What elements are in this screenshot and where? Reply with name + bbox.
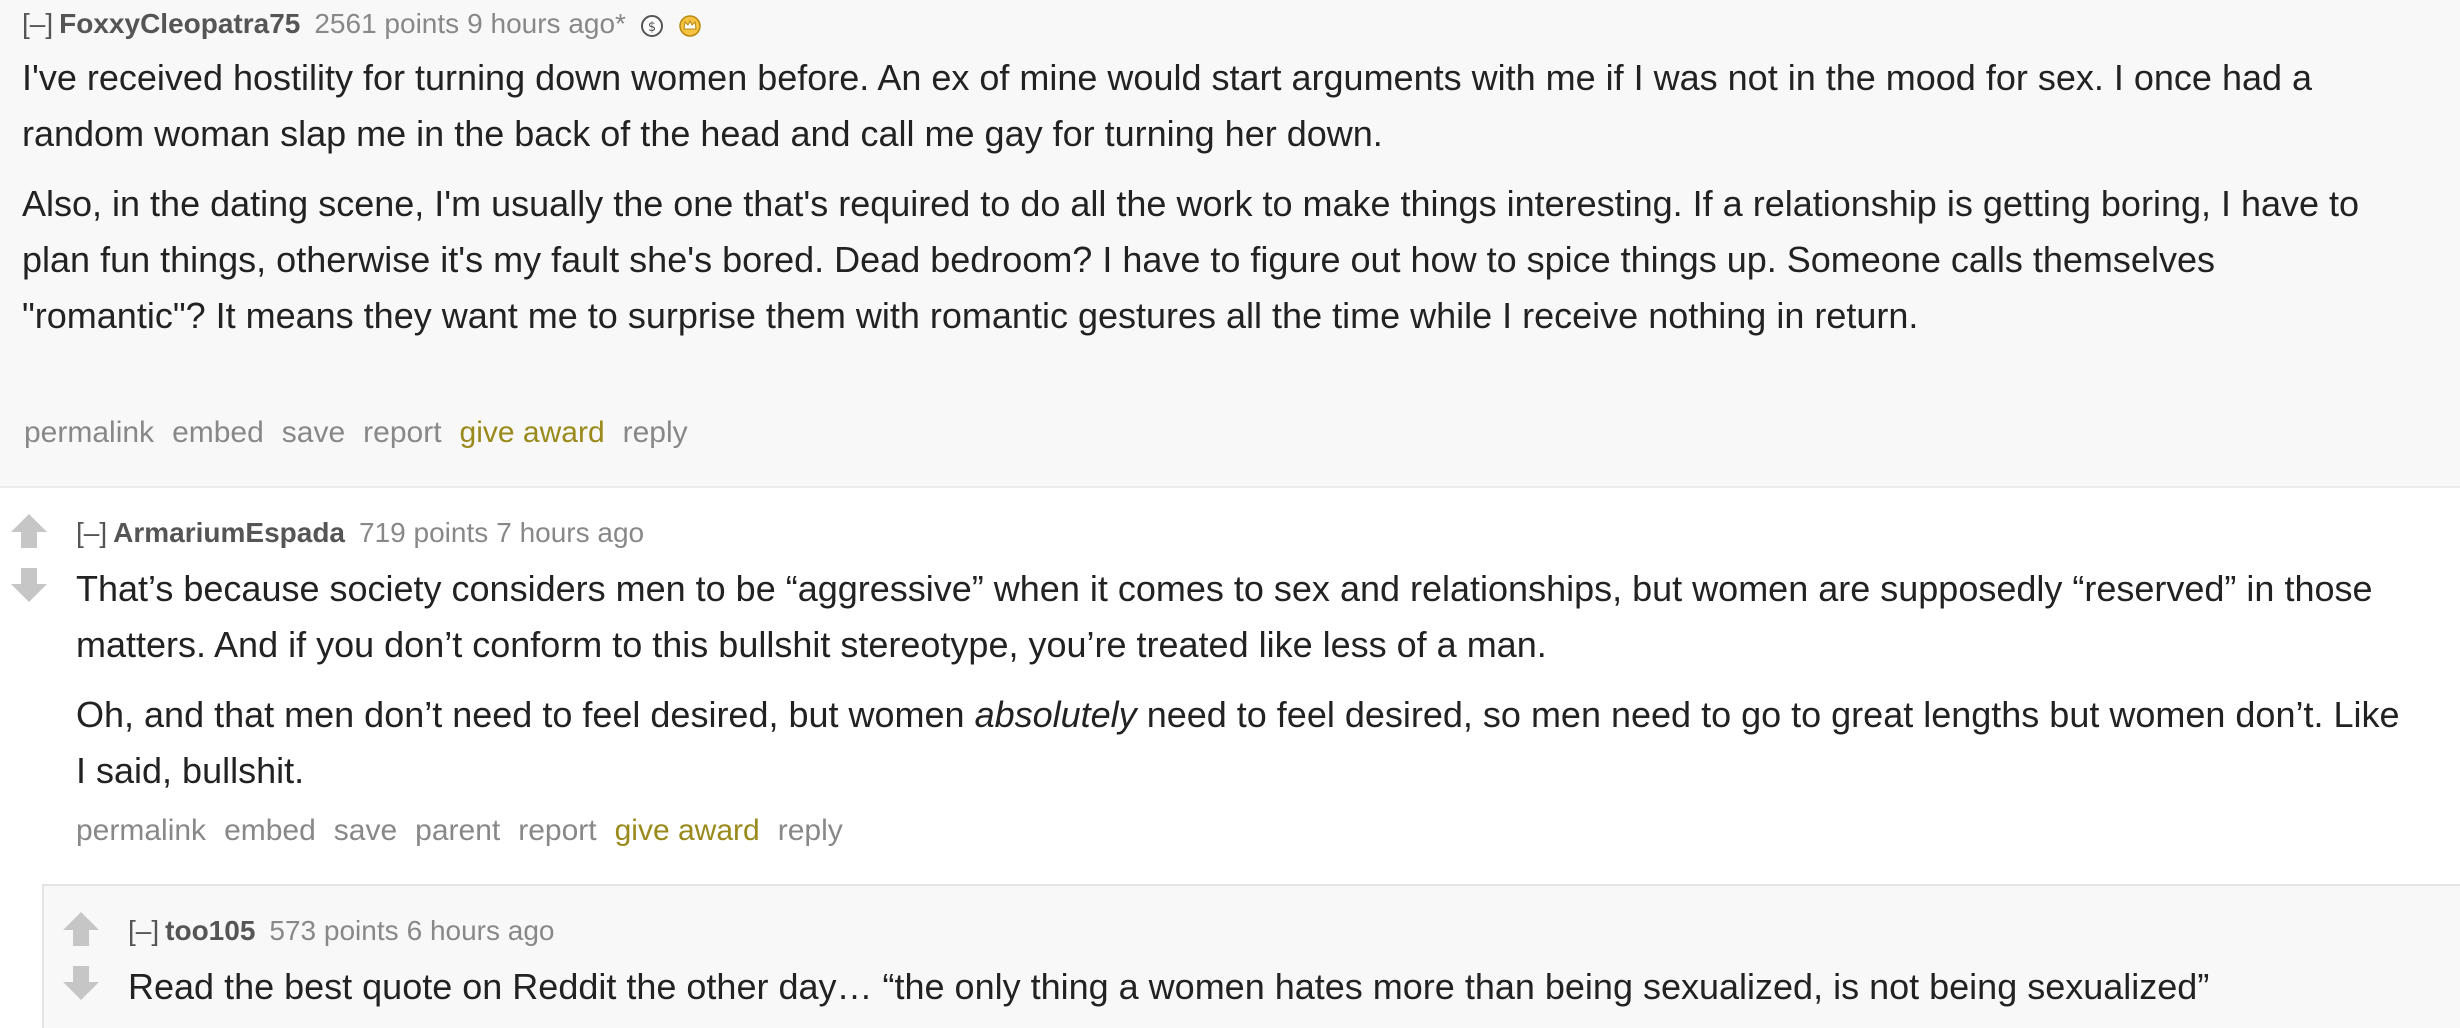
comment-buttons: permalink embed save parent report give award… xyxy=(76,816,861,846)
gold-crown-award-icon[interactable] xyxy=(678,14,702,38)
author-link[interactable]: ArmariumEspada xyxy=(113,517,345,548)
comment-divider xyxy=(0,486,2460,488)
silver-coin-award-icon[interactable]: $ xyxy=(640,14,664,38)
downvote-arrow-icon[interactable] xyxy=(7,564,51,604)
comment-paragraph: That’s because society considers men to … xyxy=(76,568,2373,665)
permalink-button[interactable]: permalink xyxy=(76,814,206,847)
reply-button[interactable]: reply xyxy=(623,416,688,449)
comment-paragraph: Also, in the dating scene, I'm usually t… xyxy=(22,183,2360,336)
save-button[interactable]: save xyxy=(282,416,345,449)
author-link[interactable]: FoxxyCleopatra75 xyxy=(59,8,300,39)
reply-button[interactable]: reply xyxy=(778,814,843,847)
report-button[interactable]: report xyxy=(363,416,441,449)
timestamp: 7 hours ago xyxy=(496,517,645,548)
upvote-arrow-icon[interactable] xyxy=(7,512,51,552)
collapse-toggle[interactable]: [–] xyxy=(128,915,159,946)
timestamp: 6 hours ago xyxy=(406,915,555,946)
give-award-button[interactable]: give award xyxy=(615,814,760,847)
author-link[interactable]: too105 xyxy=(165,915,255,946)
paragraph-text: Oh, and that men don’t need to feel desi… xyxy=(76,694,975,735)
embed-button[interactable]: embed xyxy=(224,814,316,847)
comment-tagline: [–] too105 573 points 6 hours ago xyxy=(128,917,555,945)
collapse-toggle[interactable]: [–] xyxy=(76,517,107,548)
svg-text:$: $ xyxy=(648,20,656,35)
comment-body: Read the best quote on Reddit the other … xyxy=(128,959,2428,1015)
comment-body: I've received hostility for turning down… xyxy=(22,50,2402,344)
comment-body: That’s because society considers men to … xyxy=(76,561,2416,799)
downvote-arrow-icon[interactable] xyxy=(59,962,103,1002)
comment-paragraph: Read the best quote on Reddit the other … xyxy=(128,966,2210,1007)
comment-paragraph: I've received hostility for turning down… xyxy=(22,57,2313,154)
score: 2561 points xyxy=(314,8,460,39)
give-award-button[interactable]: give award xyxy=(460,416,605,449)
score: 719 points xyxy=(359,517,489,548)
upvote-arrow-icon[interactable] xyxy=(59,910,103,950)
comment-paragraph: Oh, and that men don’t need to feel desi… xyxy=(76,687,2416,799)
report-button[interactable]: report xyxy=(518,814,596,847)
comment-tagline: [–] ArmariumEspada 719 points 7 hours ago xyxy=(76,519,644,547)
timestamp: 9 hours ago* xyxy=(467,8,626,39)
collapse-toggle[interactable]: [–] xyxy=(22,8,53,39)
comment-buttons: permalink embed save report give award reply xyxy=(24,418,706,448)
emphasis-text: absolutely xyxy=(974,694,1137,735)
save-button[interactable]: save xyxy=(334,814,397,847)
permalink-button[interactable]: permalink xyxy=(24,416,154,449)
score: 573 points xyxy=(269,915,399,946)
parent-button[interactable]: parent xyxy=(415,814,500,847)
comment-tagline: [–] FoxxyCleopatra75 2561 points 9 hours ag… xyxy=(22,10,702,38)
embed-button[interactable]: embed xyxy=(172,416,264,449)
